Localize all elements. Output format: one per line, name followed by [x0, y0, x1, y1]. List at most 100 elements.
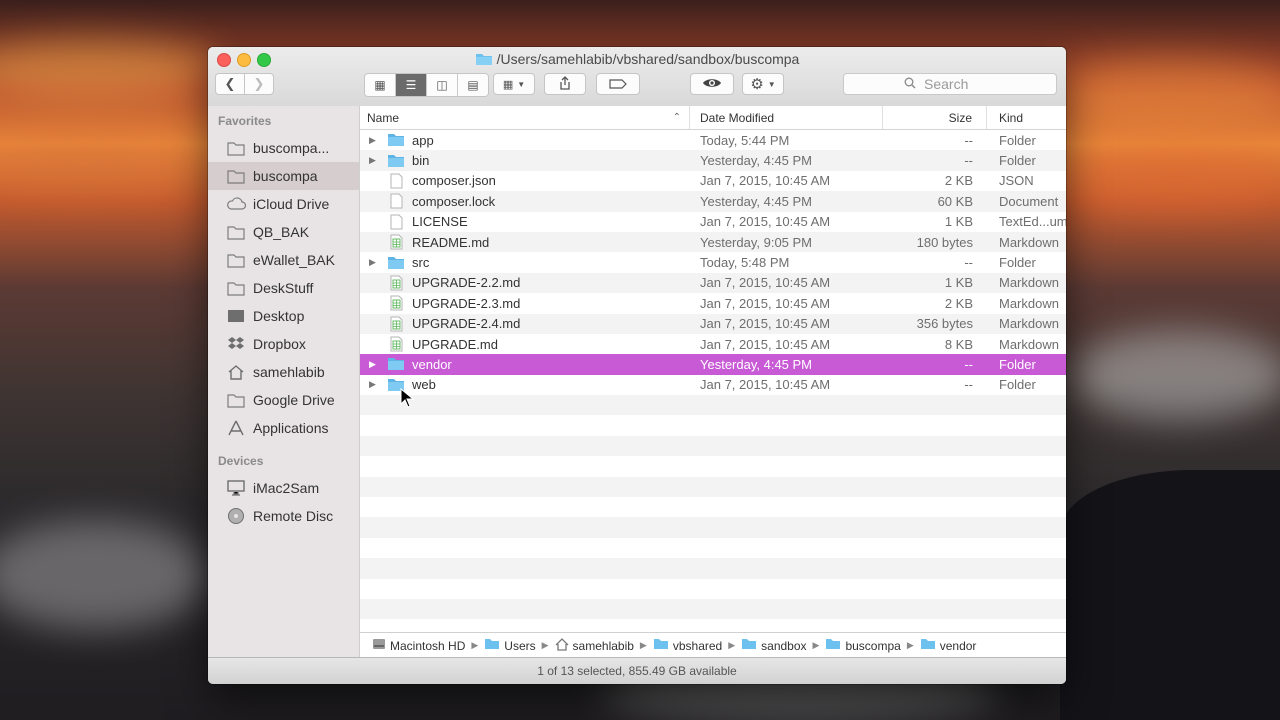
- table-row[interactable]: UPGRADE-2.3.md Jan 7, 2015, 10:45 AM 2 KB M…: [360, 293, 1066, 313]
- disclosure-triangle-icon[interactable]: ▶: [369, 257, 387, 268]
- path-separator-icon: ▶: [639, 640, 647, 650]
- table-row[interactable]: composer.json Jan 7, 2015, 10:45 AM 2 KB JS…: [360, 171, 1066, 191]
- devices-list: iMac2Sam Remote Disc: [208, 474, 359, 530]
- path-crumb-buscompa[interactable]: buscompa: [825, 638, 901, 653]
- sidebar-item-label: samehlabib: [253, 364, 325, 380]
- folder-icon: [653, 638, 669, 653]
- sidebar-item-applications[interactable]: Applications: [208, 414, 359, 442]
- path-separator-icon: ▶: [812, 640, 820, 650]
- sidebar-item-desktop[interactable]: Desktop: [208, 302, 359, 330]
- folder-icon: [387, 132, 405, 148]
- table-row[interactable]: README.md Yesterday, 9:05 PM 180 bytes Mark…: [360, 231, 1066, 253]
- file-name: composer.lock: [412, 193, 496, 209]
- file-size: 8 KB: [944, 336, 973, 352]
- folder-icon: [475, 52, 493, 69]
- empty-row: [360, 598, 1066, 620]
- desktop-icon: [226, 306, 246, 326]
- sidebar-item-samehlabib[interactable]: samehlabib: [208, 358, 359, 386]
- file-size: --: [964, 377, 973, 393]
- folder-icon: [226, 166, 246, 186]
- path-crumb-users[interactable]: Users: [484, 638, 536, 653]
- file-date: Jan 7, 2015, 10:45 AM: [700, 275, 831, 291]
- cover-flow-button[interactable]: ▤: [458, 74, 488, 96]
- file-size: --: [964, 356, 973, 372]
- back-button[interactable]: ❮: [215, 73, 245, 95]
- arrange-button[interactable]: ▦ ▼: [493, 73, 535, 95]
- file-date: Jan 7, 2015, 10:45 AM: [700, 295, 831, 311]
- table-row[interactable]: UPGRADE-2.2.md Jan 7, 2015, 10:45 AM 1 KB M…: [360, 272, 1066, 294]
- tags-button[interactable]: [596, 73, 640, 95]
- search-field[interactable]: [843, 73, 1057, 95]
- column-header-name[interactable]: Name ⌃: [360, 106, 690, 129]
- table-row[interactable]: LICENSE Jan 7, 2015, 10:45 AM 1 KB TextEd..…: [360, 212, 1066, 232]
- icon-view-button[interactable]: ▦: [365, 74, 396, 96]
- search-icon: [904, 76, 916, 92]
- path-crumb-label: Users: [504, 638, 536, 653]
- table-row[interactable]: ▶ web Jan 7, 2015, 10:45 AM -- Folder: [360, 375, 1066, 395]
- table-row[interactable]: ▶ bin Yesterday, 4:45 PM -- Folder: [360, 150, 1066, 171]
- column-header-kind[interactable]: Kind: [987, 106, 1066, 129]
- file-kind: Markdown: [999, 234, 1059, 250]
- column-kind-label: Kind: [999, 110, 1024, 125]
- path-separator-icon: ▶: [906, 640, 914, 650]
- disclosure-triangle-icon[interactable]: ▶: [369, 135, 387, 146]
- column-name-label: Name: [367, 110, 400, 125]
- home-icon: [226, 362, 246, 382]
- table-row[interactable]: ▶ vendor Yesterday, 4:45 PM -- Folder: [360, 354, 1066, 375]
- sort-ascending-icon: ⌃: [672, 112, 681, 123]
- file-kind: Markdown: [999, 336, 1059, 352]
- path-crumb-vendor[interactable]: vendor: [920, 638, 976, 653]
- table-row[interactable]: UPGRADE.md Jan 7, 2015, 10:45 AM 8 KB Markd…: [360, 334, 1066, 354]
- file-name-cell: ▶ bin: [360, 153, 690, 169]
- file-name: README.md: [412, 234, 490, 250]
- path-crumb-vbshared[interactable]: vbshared: [653, 638, 722, 653]
- status-bar: 1 of 13 selected, 855.49 GB available: [208, 657, 1066, 684]
- sidebar-item-remote-disc[interactable]: Remote Disc: [208, 502, 359, 530]
- empty-row: [360, 619, 1066, 633]
- folder-icon: [484, 638, 500, 653]
- file-size: 356 bytes: [916, 316, 973, 332]
- path-crumb-macintosh-hd[interactable]: Macintosh HD: [372, 637, 465, 654]
- view-mode-segmented: ▦ ☰ ◫ ▤: [364, 73, 489, 97]
- sidebar-item-buscompa[interactable]: buscompa...: [208, 134, 359, 162]
- sidebar-item-qb-bak[interactable]: QB_BAK: [208, 218, 359, 246]
- empty-row: [360, 517, 1066, 538]
- sidebar-item-label: buscompa...: [253, 140, 330, 156]
- disclosure-triangle-icon[interactable]: ▶: [369, 155, 387, 166]
- column-header-date[interactable]: Date Modified: [690, 106, 883, 129]
- file-kind: Markdown: [999, 295, 1059, 311]
- sidebar-item-google-drive[interactable]: Google Drive: [208, 386, 359, 414]
- column-header-size[interactable]: Size: [883, 106, 987, 129]
- file-date: Jan 7, 2015, 10:45 AM: [700, 316, 831, 332]
- sidebar-item-ewallet-bak[interactable]: eWallet_BAK: [208, 246, 359, 274]
- empty-row: [360, 579, 1066, 599]
- forward-button[interactable]: ❯: [244, 73, 274, 95]
- sidebar-item-deskstuff[interactable]: DeskStuff: [208, 274, 359, 302]
- file-kind: Markdown: [999, 316, 1059, 332]
- table-row[interactable]: composer.lock Yesterday, 4:45 PM 60 KB Docu…: [360, 191, 1066, 212]
- grid-icon: ▦: [374, 78, 386, 92]
- quick-look-button[interactable]: [690, 73, 734, 95]
- finder-window: /Users/samehlabib/vbshared/sandbox/busco…: [208, 47, 1066, 684]
- disclosure-triangle-icon[interactable]: ▶: [369, 379, 387, 390]
- path-crumb-samehlabib[interactable]: samehlabib: [555, 637, 634, 654]
- sidebar-item-buscompa[interactable]: buscompa: [208, 162, 359, 190]
- file-date: Today, 5:48 PM: [700, 255, 790, 271]
- sidebar-item-imac2sam[interactable]: iMac2Sam: [208, 474, 359, 502]
- disclosure-triangle-icon[interactable]: ▶: [369, 359, 387, 370]
- column-view-button[interactable]: ◫: [427, 74, 458, 96]
- file-name: composer.json: [412, 173, 496, 189]
- table-row[interactable]: ▶ src Today, 5:48 PM -- Folder: [360, 252, 1066, 272]
- sidebar-item-label: QB_BAK: [253, 224, 310, 240]
- table-row[interactable]: ▶ app Today, 5:44 PM -- Folder: [360, 130, 1066, 150]
- search-input[interactable]: [922, 75, 996, 93]
- path-crumb-sandbox[interactable]: sandbox: [741, 638, 807, 653]
- action-button[interactable]: ⚙ ▼: [742, 73, 784, 95]
- sidebar-item-icloud-drive[interactable]: iCloud Drive: [208, 190, 359, 218]
- sidebar-item-dropbox[interactable]: Dropbox: [208, 330, 359, 358]
- table-row[interactable]: UPGRADE-2.4.md Jan 7, 2015, 10:45 AM 356 b…: [360, 313, 1066, 334]
- markdown-file-icon: [387, 316, 405, 332]
- favorites-list: buscompa... buscompa iCloud Drive QB_BAK eWa…: [208, 134, 359, 442]
- share-button[interactable]: [544, 73, 586, 95]
- list-view-button[interactable]: ☰: [396, 74, 427, 96]
